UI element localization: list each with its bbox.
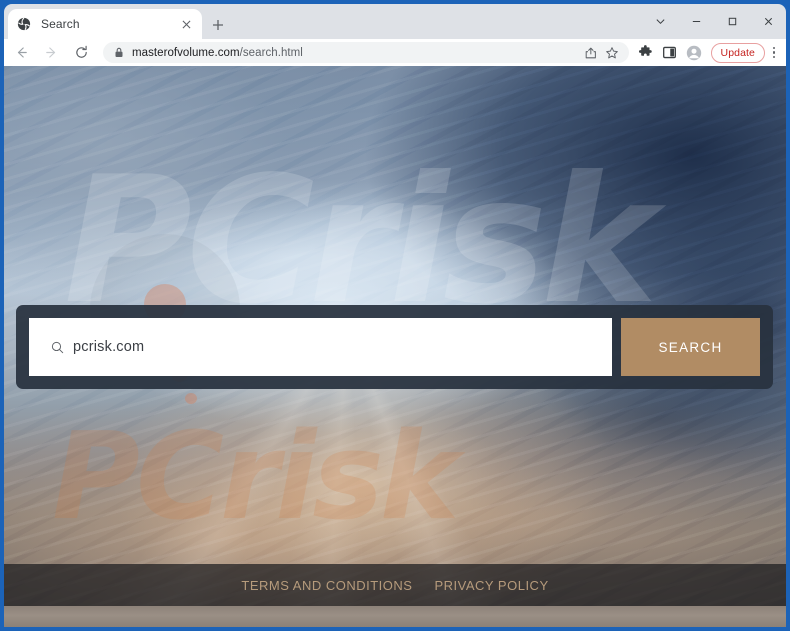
search-input[interactable] (73, 318, 612, 376)
search-button[interactable]: SEARCH (621, 318, 760, 376)
globe-icon (16, 16, 32, 32)
tab-title: Search (41, 17, 80, 31)
omnibox-actions (579, 44, 621, 61)
url-path: /search.html (239, 46, 303, 59)
new-tab-button[interactable] (207, 14, 229, 36)
side-panel-icon[interactable] (659, 40, 681, 66)
address-bar[interactable]: masterofvolume.com/search.html (103, 42, 629, 63)
share-icon[interactable] (583, 44, 600, 61)
update-button[interactable]: Update (710, 42, 765, 63)
page-footer: TERMS AND CONDITIONS PRIVACY POLICY (4, 564, 786, 606)
forward-arrow-icon (38, 40, 64, 66)
maximize-icon[interactable] (714, 4, 750, 39)
kebab-menu-icon[interactable] (765, 40, 783, 66)
puzzle-piece-icon[interactable] (635, 40, 657, 66)
page-content: PCrisk PCrisk SEARCH TERMS (4, 66, 786, 627)
magnifier-icon (51, 341, 64, 354)
browser-toolbar: masterofvolume.com/search.html Update (4, 39, 786, 66)
search-row: SEARCH (29, 318, 760, 376)
background-horizon (4, 606, 786, 627)
lock-icon (113, 47, 125, 59)
minimize-icon[interactable] (678, 4, 714, 39)
tab-close-icon[interactable] (178, 16, 194, 32)
terms-and-conditions-link[interactable]: TERMS AND CONDITIONS (241, 578, 412, 593)
browser-window: Search masterofvolume.com/search.html Up… (0, 0, 790, 631)
search-widget: SEARCH (16, 305, 773, 389)
account-avatar-icon[interactable] (683, 40, 705, 66)
star-icon[interactable] (604, 44, 621, 61)
reload-icon[interactable] (68, 40, 94, 66)
tab-strip: Search (4, 4, 786, 39)
back-arrow-icon[interactable] (8, 40, 34, 66)
privacy-policy-link[interactable]: PRIVACY POLICY (434, 578, 548, 593)
chevron-down-icon[interactable] (642, 4, 678, 39)
url-host: masterofvolume.com (132, 46, 240, 59)
close-icon[interactable] (750, 4, 786, 39)
window-controls (642, 4, 786, 39)
browser-tab[interactable]: Search (8, 9, 202, 39)
url-text: masterofvolume.com/search.html (132, 47, 573, 59)
search-input-container[interactable] (29, 318, 612, 376)
